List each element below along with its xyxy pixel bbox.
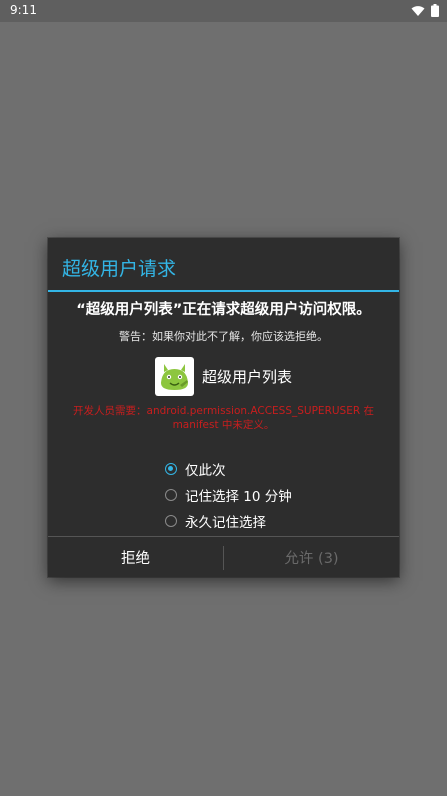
warning-message: 警告：如果你对此不了解，你应该选拒绝。 [119, 330, 328, 343]
radio-checked-icon[interactable] [165, 463, 177, 475]
status-icons [411, 4, 439, 17]
requesting-app: 超级用户列表 [155, 357, 292, 396]
button-bar: 拒绝 允许 (3) [48, 536, 399, 578]
dialog-title: 超级用户请求 [62, 258, 177, 280]
request-message: “超级用户列表”正在请求超级用户访问权限。 [76, 302, 371, 318]
option-label: 记住选择 10 分钟 [185, 489, 292, 505]
option-remember-forever[interactable]: 永久记住选择 [165, 511, 266, 531]
option-once[interactable]: 仅此次 [165, 459, 226, 479]
battery-icon [431, 4, 439, 17]
radio-unchecked-icon[interactable] [165, 489, 177, 501]
option-label: 仅此次 [185, 463, 226, 479]
deny-button[interactable]: 拒绝 [48, 537, 223, 578]
radio-unchecked-icon[interactable] [165, 515, 177, 527]
allow-button[interactable]: 允许 (3) [224, 537, 399, 578]
superuser-app-icon [155, 357, 194, 396]
app-name: 超级用户列表 [202, 368, 293, 386]
status-time: 9:11 [10, 3, 37, 17]
superuser-request-dialog: 超级用户请求 “超级用户列表”正在请求超级用户访问权限。 警告：如果你对此不了解… [48, 238, 399, 577]
option-remember-10-min[interactable]: 记住选择 10 分钟 [165, 485, 292, 505]
developer-error-message: 开发人员需要：android.permission.ACCESS_SUPERUS… [73, 405, 374, 431]
title-divider [48, 290, 399, 292]
wifi-icon [411, 5, 425, 17]
status-bar: 9:11 [0, 0, 447, 22]
option-label: 永久记住选择 [185, 515, 266, 531]
